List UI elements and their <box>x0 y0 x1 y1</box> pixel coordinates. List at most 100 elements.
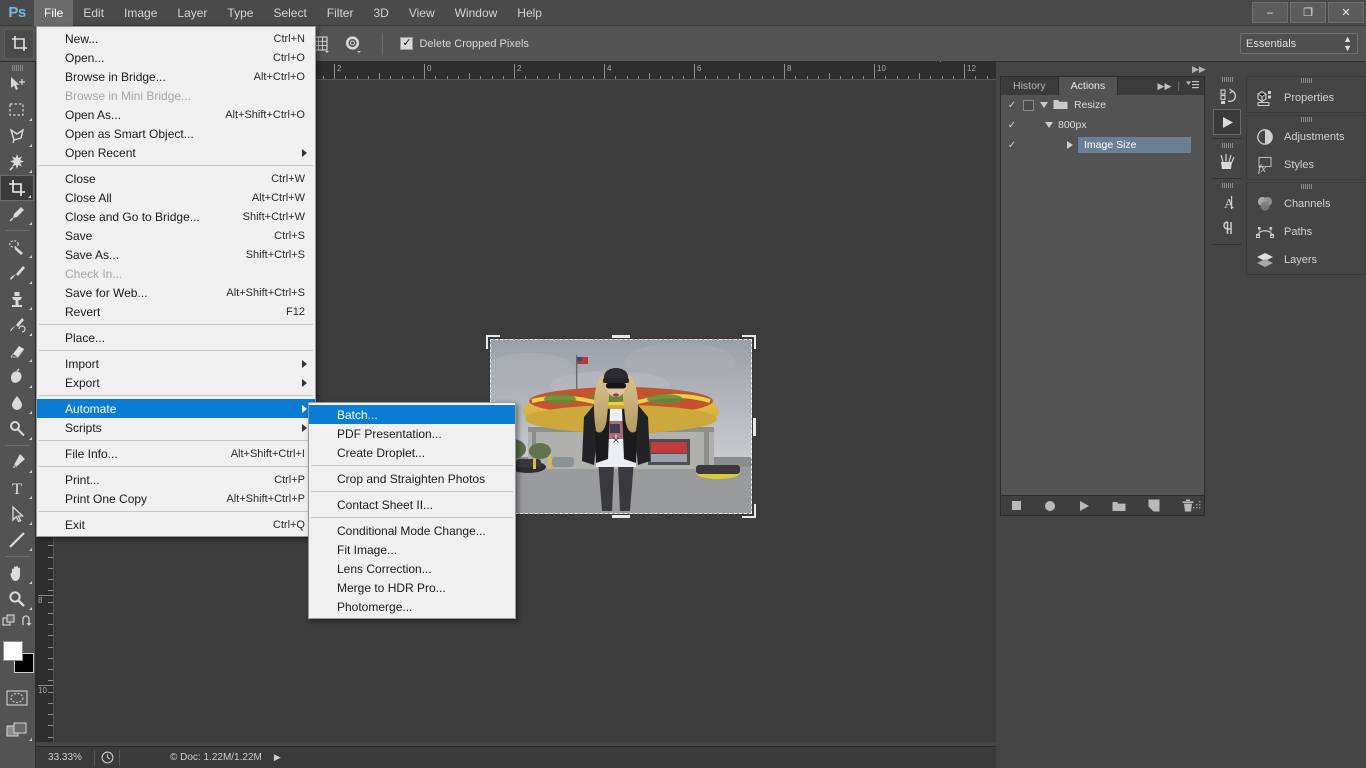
expand-triangle-right-icon[interactable] <box>1067 141 1073 149</box>
character-icon[interactable]: A <box>1213 189 1241 215</box>
actions-row[interactable]: ✓ Resize <box>1001 95 1204 115</box>
tool-gradient[interactable] <box>0 364 34 390</box>
menu-item-import[interactable]: Import <box>37 354 315 373</box>
menubar-item-select[interactable]: Select <box>263 0 316 26</box>
action-label[interactable]: Image Size <box>1078 137 1191 153</box>
file-menu-dropdown[interactable]: New... Ctrl+N Open... Ctrl+O Browse in Bridg… <box>36 26 316 537</box>
panel-group-grip[interactable] <box>1247 116 1365 123</box>
tool-lasso[interactable] <box>0 123 34 149</box>
delete-cropped-pixels-checkbox[interactable]: ✓ <box>400 37 414 50</box>
tool-eraser[interactable] <box>0 338 34 364</box>
menubar-item-edit[interactable]: Edit <box>73 0 114 26</box>
menu-item-browse-in-bridge[interactable]: Browse in Bridge... Alt+Ctrl+O <box>37 67 315 86</box>
tool-pen[interactable] <box>0 449 34 475</box>
tool-line-shape[interactable] <box>0 527 34 553</box>
menu-item-print-one-copy[interactable]: Print One Copy Alt+Shift+Ctrl+P <box>37 489 315 508</box>
menubar-item-view[interactable]: View <box>399 0 445 26</box>
strip-grip[interactable] <box>1212 76 1242 83</box>
tool-path-selection[interactable] <box>0 501 34 527</box>
menu-item-scripts[interactable]: Scripts <box>37 418 315 437</box>
menu-item-pdf-presentation[interactable]: PDF Presentation... <box>309 424 515 443</box>
menubar-item-type[interactable]: Type <box>217 0 263 26</box>
actions-play-icon[interactable] <box>1213 109 1241 135</box>
tab-actions[interactable]: Actions <box>1058 77 1119 95</box>
menubar-item-layer[interactable]: Layer <box>167 0 217 26</box>
action-dialog-toggle-box[interactable] <box>1023 99 1034 111</box>
action-label[interactable]: 800px <box>1058 119 1087 131</box>
panel-group-grip[interactable] <box>1247 183 1365 190</box>
tool-spot-healing-brush[interactable] <box>0 234 34 260</box>
panel-button-channels[interactable]: Channels <box>1247 190 1365 218</box>
menubar-item-filter[interactable]: Filter <box>317 0 364 26</box>
menu-item-place[interactable]: Place... <box>37 328 315 347</box>
automate-submenu-dropdown[interactable]: Batch... PDF Presentation... Create Drople… <box>308 402 516 619</box>
expand-triangle-down-icon[interactable] <box>1040 102 1048 108</box>
tool-dodge[interactable] <box>0 416 34 442</box>
zoom-level-field[interactable]: 33.33% <box>36 752 94 763</box>
menu-item-open-as-smart-object[interactable]: Open as Smart Object... <box>37 124 315 143</box>
panel-button-styles[interactable]: fx Styles <box>1247 151 1365 179</box>
menu-item-print[interactable]: Print... Ctrl+P <box>37 470 315 489</box>
strip-grip[interactable] <box>1212 182 1242 189</box>
menu-item-save-for-web[interactable]: Save for Web... Alt+Shift+Ctrl+S <box>37 283 315 302</box>
tool-hand[interactable] <box>0 560 34 586</box>
minimize-button[interactable]: – <box>1252 2 1288 23</box>
paragraph-icon[interactable] <box>1213 215 1241 241</box>
tool-type[interactable]: T <box>0 475 34 501</box>
menu-item-create-droplet[interactable]: Create Droplet... <box>309 443 515 462</box>
brushes-icon[interactable] <box>1213 149 1241 175</box>
tool-history-brush[interactable] <box>0 312 34 338</box>
menu-item-crop-and-straighten-photos[interactable]: Crop and Straighten Photos <box>309 469 515 488</box>
tool-move[interactable] <box>0 71 34 97</box>
menu-item-merge-to-hdr-pro[interactable]: Merge to HDR Pro... <box>309 578 515 597</box>
menu-item-batch[interactable]: Batch... <box>309 405 515 424</box>
action-label[interactable]: Resize <box>1074 99 1106 111</box>
restore-button[interactable]: ❐ <box>1290 2 1326 23</box>
panel-button-adjustments[interactable]: Adjustments <box>1247 123 1365 151</box>
tool-clone-stamp[interactable] <box>0 286 34 312</box>
actions-row[interactable]: ✓ 800px <box>1001 115 1204 135</box>
close-button[interactable]: ✕ <box>1328 2 1364 23</box>
menu-item-exit[interactable]: Exit Ctrl+Q <box>37 515 315 534</box>
tab-history[interactable]: History <box>1001 77 1059 95</box>
panel-group-grip[interactable] <box>1247 77 1365 84</box>
quick-mask-toggle[interactable] <box>0 685 34 711</box>
menu-item-open-as[interactable]: Open As... Alt+Shift+Ctrl+O <box>37 105 315 124</box>
action-enabled-checkmark[interactable]: ✓ <box>1001 120 1023 131</box>
menubar-item-3d[interactable]: 3D <box>363 0 398 26</box>
menu-item-new[interactable]: New... Ctrl+N <box>37 29 315 48</box>
crop-settings-gear-icon[interactable] <box>341 33 365 55</box>
status-menu-arrow-icon[interactable]: ▶ <box>274 752 281 763</box>
panel-expand-icon[interactable]: ▶▶ <box>1158 81 1172 92</box>
menu-item-contact-sheet-ii[interactable]: Contact Sheet II... <box>309 495 515 514</box>
menubar-item-image[interactable]: Image <box>114 0 167 26</box>
action-enabled-checkmark[interactable]: ✓ <box>1001 140 1023 151</box>
foreground-color-swatch[interactable] <box>3 641 23 661</box>
menu-item-fit-image[interactable]: Fit Image... <box>309 540 515 559</box>
new-action-icon[interactable] <box>1148 499 1160 512</box>
document-image[interactable] <box>490 339 752 514</box>
record-icon[interactable] <box>1044 500 1056 512</box>
menu-item-conditional-mode-change[interactable]: Conditional Mode Change... <box>309 521 515 540</box>
tool-magic-wand[interactable] <box>0 149 34 175</box>
menu-item-save[interactable]: Save Ctrl+S <box>37 226 315 245</box>
menu-item-open-recent[interactable]: Open Recent <box>37 143 315 162</box>
crop-handle-top[interactable] <box>612 335 630 338</box>
menu-item-export[interactable]: Export <box>37 373 315 392</box>
tool-zoom[interactable] <box>0 586 34 612</box>
panel-button-layers[interactable]: Layers <box>1247 246 1365 274</box>
crop-handle-right[interactable] <box>753 417 756 436</box>
menu-item-close[interactable]: Close Ctrl+W <box>37 169 315 188</box>
tool-blur[interactable] <box>0 390 34 416</box>
actions-row[interactable]: ✓ Image Size <box>1001 135 1204 155</box>
action-enabled-checkmark[interactable]: ✓ <box>1001 100 1023 111</box>
new-set-folder-icon[interactable] <box>1112 500 1126 512</box>
menu-item-close-and-go-to-bridge[interactable]: Close and Go to Bridge... Shift+Ctrl+W <box>37 207 315 226</box>
menu-item-lens-correction[interactable]: Lens Correction... <box>309 559 515 578</box>
menubar-item-help[interactable]: Help <box>507 0 552 26</box>
menubar-item-window[interactable]: Window <box>445 0 508 26</box>
history-icon[interactable] <box>1213 83 1241 109</box>
stop-icon[interactable] <box>1011 500 1022 511</box>
menu-item-open[interactable]: Open... Ctrl+O <box>37 48 315 67</box>
tool-brush[interactable] <box>0 260 34 286</box>
